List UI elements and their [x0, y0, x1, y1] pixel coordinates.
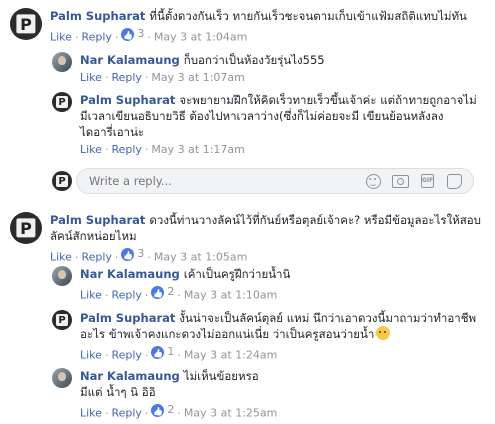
reply-button[interactable]: Reply — [111, 349, 141, 362]
comment-text: งั้นน่าจะเป็นลัคน์ตุลย์ แหม่ นึกว่าเอาดว… — [179, 311, 477, 325]
comment-actions: Like·Reply·3·May 3 at 1:04am — [50, 26, 467, 46]
author-name[interactable]: Palm Supharat — [50, 213, 145, 227]
comment-text: ที่นี้ตั้งดวงกันเร็ว ทายกันเร็วชะจนตามเก… — [149, 9, 467, 23]
author-name[interactable]: Nar Kalamaung — [80, 53, 180, 67]
timestamp[interactable]: May 3 at 1:24am — [184, 349, 277, 362]
reply-comment: Nar Kalamaung เค้าเป็นครูฝึกว่ายน้ำนิ Lik… — [52, 266, 290, 304]
comment-text: ก็บอกว่าเป็นห้องวัยรุ่นไง555 — [183, 53, 325, 67]
comment-text: ดวงนี้ท่านวางลัคน์ไว้ที่กันย์หรือตุลย์เจ… — [149, 213, 481, 227]
reply-button[interactable]: Reply — [111, 143, 141, 156]
comment-text: เค้าเป็นครูฝึกว่ายน้ำนิ — [183, 267, 291, 281]
comment-text-line: ไดอารี่เอาน่ะ — [80, 125, 145, 139]
comment-actions: Like·Reply·3·May 3 at 1:05am — [50, 246, 481, 266]
author-name[interactable]: Palm Supharat — [80, 93, 175, 107]
like-button[interactable]: Like — [80, 349, 102, 362]
gif-icon[interactable]: GIF — [419, 174, 436, 189]
like-icon — [121, 247, 135, 261]
like-count[interactable]: 3 — [121, 246, 144, 262]
comment: P Palm Supharat ดวงนี้ท่านวางลัคน์ไว้ที่ก… — [10, 212, 481, 266]
reply-button[interactable]: Reply — [111, 71, 141, 84]
like-count[interactable]: 2 — [151, 284, 174, 300]
comment-actions: Like·Reply·2·May 3 at 1:25am — [80, 402, 277, 422]
reply-input-box[interactable]: GIF — [76, 168, 474, 194]
reply-button[interactable]: Reply — [111, 289, 141, 302]
avatar[interactable] — [52, 266, 72, 286]
reply-input[interactable] — [87, 173, 365, 189]
author-name[interactable]: Nar Kalamaung — [80, 267, 180, 281]
avatar[interactable]: P — [52, 310, 72, 330]
thinking-face-icon — [376, 326, 391, 340]
timestamp[interactable]: May 3 at 1:25am — [184, 407, 277, 420]
comment-actions: Like · Reply · May 3 at 1:07am — [80, 71, 245, 84]
like-icon — [151, 403, 165, 417]
like-icon — [121, 27, 135, 41]
comment-text-line: ลัคน์สักหน่อยไหม — [50, 229, 137, 243]
timestamp[interactable]: May 3 at 1:07am — [151, 71, 244, 84]
comment: P Palm Supharat ที่นี้ตั้งดวงกันเร็ว ทายก… — [10, 8, 467, 46]
sticker-icon[interactable] — [446, 173, 463, 189]
avatar: P — [52, 171, 72, 191]
avatar[interactable] — [52, 52, 72, 72]
like-count[interactable]: 3 — [121, 26, 144, 42]
like-button[interactable]: Like — [50, 251, 72, 264]
comment-actions: Like · Reply · May 3 at 1:17am — [80, 143, 245, 156]
comment-actions: Like·Reply·2·May 3 at 1:10am — [80, 284, 290, 304]
reply-button[interactable]: Reply — [111, 407, 141, 420]
comment-actions: Like·Reply·1·May 3 at 1:24am — [80, 344, 476, 364]
comment-text: ไม่เห็นข้อยหรอ — [183, 369, 259, 383]
comment-text-line: มีเวลาเขียนอธิบายวิธี ต้องไปหาเวลาว่าง(ซ… — [80, 109, 444, 123]
timestamp[interactable]: May 3 at 1:05am — [154, 251, 247, 264]
avatar[interactable]: P — [52, 92, 72, 112]
camera-icon[interactable] — [392, 174, 409, 189]
avatar[interactable] — [52, 368, 72, 388]
like-icon — [151, 285, 165, 299]
like-icon — [151, 345, 165, 359]
like-button[interactable]: Like — [80, 143, 102, 156]
reply-button[interactable]: Reply — [81, 31, 111, 44]
avatar[interactable]: P — [10, 8, 42, 40]
timestamp[interactable]: May 3 at 1:17am — [151, 143, 244, 156]
comment-text-line: อะไร ข้าพเจ้าคงแกะดวงไม่ออกแน่เนี่ย ว่าเ… — [80, 327, 375, 341]
timestamp[interactable]: May 3 at 1:04am — [154, 31, 247, 44]
like-button[interactable]: Like — [80, 71, 102, 84]
author-name[interactable]: Palm Supharat — [80, 311, 175, 325]
reply-button[interactable]: Reply — [81, 251, 111, 264]
like-button[interactable]: Like — [80, 289, 102, 302]
author-name[interactable]: Palm Supharat — [50, 9, 145, 23]
reply-comment: Nar Kalamaung ไม่เห็นข้อยหรอ มีแต่ น้ำๆ น… — [52, 368, 277, 422]
like-count[interactable]: 2 — [151, 402, 174, 418]
like-button[interactable]: Like — [50, 31, 72, 44]
comment-text: จะพยายามฝึกให้คิดเร็วทายเร็วขึ้นเจ้าค่ะ … — [179, 93, 477, 107]
timestamp[interactable]: May 3 at 1:10am — [184, 289, 277, 302]
comment-text-line: มีแต่ น้ำๆ นิ อิอิ — [80, 385, 156, 399]
reply-comment: P Palm Supharat งั้นน่าจะเป็นลัคน์ตุลย์ แ… — [52, 310, 476, 364]
reply-comment: P Palm Supharat จะพยายามฝึกให้คิดเร็วทายเ… — [52, 92, 477, 158]
like-button[interactable]: Like — [80, 407, 102, 420]
author-name[interactable]: Nar Kalamaung — [80, 369, 180, 383]
emoji-icon[interactable] — [365, 173, 382, 189]
reply-comment: Nar Kalamaung ก็บอกว่าเป็นห้องวัยรุ่นไง55… — [52, 52, 325, 86]
like-count[interactable]: 1 — [151, 344, 174, 360]
avatar[interactable]: P — [10, 212, 42, 244]
